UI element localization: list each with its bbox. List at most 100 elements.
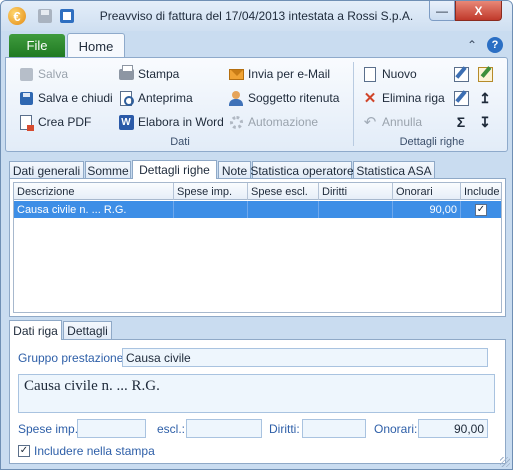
- edit-detail-button[interactable]: [477, 64, 497, 84]
- includere-stampa-label: Includere nella stampa: [34, 444, 155, 458]
- move-up-button[interactable]: ↥: [477, 88, 497, 108]
- crea-pdf-button[interactable]: Crea PDF: [18, 112, 91, 132]
- salva-button[interactable]: Salva: [18, 64, 68, 84]
- edit-row-button[interactable]: [453, 64, 473, 84]
- tab-somme[interactable]: Somme: [85, 161, 131, 179]
- col-spese-imp[interactable]: Spese imp.: [174, 183, 248, 200]
- edit-line-button[interactable]: [453, 88, 473, 108]
- user-icon: [228, 90, 244, 106]
- resize-grip[interactable]: [500, 457, 510, 467]
- stampa-label: Stampa: [138, 67, 180, 81]
- elabora-word-label: Elabora in Word: [138, 115, 224, 129]
- group-label-dettagli-righe: Dettagli righe: [399, 136, 465, 148]
- tab-home[interactable]: Home: [67, 33, 125, 58]
- includere-stampa-checkbox[interactable]: ✓ Includere nella stampa: [18, 444, 155, 458]
- preview-icon: [118, 90, 134, 106]
- save-close-icon: [18, 90, 34, 106]
- help-icon[interactable]: ?: [487, 37, 503, 53]
- tab-note[interactable]: Note: [218, 161, 251, 179]
- tab-dati-generali[interactable]: Dati generali: [9, 161, 84, 179]
- table-row[interactable]: Causa civile n. ... R.G. 90,00 ✓: [14, 201, 501, 218]
- col-descrizione[interactable]: Descrizione: [14, 183, 174, 200]
- soggetto-ritenuta-button[interactable]: Soggetto ritenuta: [228, 88, 339, 108]
- delete-icon: ✕: [363, 89, 377, 107]
- ribbon-separator: [353, 62, 354, 146]
- cell-spese-escl: [248, 201, 319, 218]
- pdf-icon: [18, 114, 34, 131]
- anteprima-label: Anteprima: [138, 91, 193, 105]
- soggetto-ritenuta-label: Soggetto ritenuta: [248, 91, 340, 105]
- move-up-icon: ↥: [479, 89, 491, 106]
- save-icon: [18, 66, 34, 82]
- elimina-riga-button[interactable]: ✕ Elimina riga: [362, 88, 445, 108]
- sum-button[interactable]: Σ: [453, 112, 473, 132]
- include-checkbox[interactable]: ✓: [475, 203, 487, 216]
- diritti-label: Diritti:: [269, 422, 300, 436]
- righe-grid[interactable]: Descrizione Spese imp. Spese escl. Dirit…: [13, 182, 502, 313]
- salva-chiudi-label: Salva e chiudi: [38, 91, 113, 105]
- minimize-icon: —: [436, 3, 448, 18]
- onorari-field[interactable]: 90,00: [418, 419, 488, 438]
- tab-dettagli[interactable]: Dettagli: [63, 321, 112, 340]
- nuovo-label: Nuovo: [382, 67, 417, 81]
- cell-diritti: [319, 201, 393, 218]
- tab-file[interactable]: File: [9, 34, 65, 57]
- includere-check-box[interactable]: ✓: [18, 445, 30, 457]
- close-button[interactable]: X: [455, 1, 502, 21]
- mail-icon: [228, 66, 244, 82]
- tab-dettagli-righe[interactable]: Dettagli righe: [132, 160, 217, 179]
- escl-label: escl.:: [157, 422, 186, 436]
- gear-icon: [228, 114, 244, 130]
- cell-onorari: 90,00: [393, 201, 461, 218]
- automazione-label: Automazione: [248, 115, 319, 129]
- edit-row-icon: [453, 66, 469, 82]
- edit-detail-icon: [477, 66, 493, 82]
- salva-label: Salva: [38, 67, 69, 81]
- minimize-button[interactable]: —: [429, 1, 455, 21]
- move-down-icon: ↧: [479, 113, 491, 130]
- salva-chiudi-button[interactable]: Salva e chiudi: [18, 88, 113, 108]
- app-window: € Preavviso di fattura del 17/04/2013 in…: [0, 0, 513, 470]
- new-document-icon: [362, 66, 378, 82]
- gruppo-prestazione-field[interactable]: Causa civile: [122, 348, 488, 367]
- grid-header: Descrizione Spese imp. Spese escl. Dirit…: [14, 183, 501, 200]
- dettagli-righe-panel: Descrizione Spese imp. Spese escl. Dirit…: [9, 178, 506, 317]
- spese-imp-label: Spese imp.:: [18, 422, 82, 436]
- col-include[interactable]: Include: [461, 183, 501, 200]
- descrizione-memo[interactable]: Causa civile n. ... R.G.: [18, 374, 495, 413]
- tab-statistica-operatore[interactable]: Statistica operatore: [250, 161, 354, 179]
- stampa-button[interactable]: Stampa: [118, 64, 179, 84]
- elabora-word-button[interactable]: W Elabora in Word: [118, 112, 224, 132]
- printer-icon: [118, 64, 134, 82]
- crea-pdf-label: Crea PDF: [38, 115, 92, 129]
- title-bar: € Preavviso di fattura del 17/04/2013 in…: [1, 1, 512, 31]
- word-icon: W: [118, 114, 134, 130]
- cell-spese-imp: [174, 201, 248, 218]
- cell-descrizione: Causa civile n. ... R.G.: [14, 201, 174, 218]
- anteprima-button[interactable]: Anteprima: [118, 88, 193, 108]
- invia-email-label: Invia per e-Mail: [248, 67, 331, 81]
- onorari-label: Onorari:: [374, 422, 418, 436]
- nuovo-button[interactable]: Nuovo: [362, 64, 417, 84]
- move-down-button[interactable]: ↧: [477, 112, 497, 132]
- edit-line-icon: [453, 90, 469, 106]
- elimina-riga-label: Elimina riga: [382, 91, 445, 105]
- collapse-ribbon-icon[interactable]: ⌃: [464, 37, 480, 53]
- automazione-button[interactable]: Automazione: [228, 112, 318, 132]
- undo-icon: ↶: [363, 113, 377, 131]
- annulla-label: Annulla: [382, 115, 423, 129]
- cell-include[interactable]: ✓: [461, 201, 501, 218]
- close-icon: X: [474, 3, 483, 18]
- col-onorari[interactable]: Onorari: [393, 183, 461, 200]
- diritti-field[interactable]: [302, 419, 366, 438]
- annulla-button[interactable]: ↶ Annulla: [362, 112, 422, 132]
- group-label-dati: Dati: [170, 136, 190, 148]
- spese-imp-field[interactable]: [77, 419, 146, 438]
- col-diritti[interactable]: Diritti: [319, 183, 393, 200]
- dati-riga-panel: Gruppo prestazione: Causa civile Causa c…: [9, 339, 506, 464]
- tab-statistica-asa[interactable]: Statistica ASA: [353, 161, 435, 179]
- tab-dati-riga[interactable]: Dati riga: [9, 320, 62, 340]
- invia-email-button[interactable]: Invia per e-Mail: [228, 64, 330, 84]
- escl-field[interactable]: [186, 419, 262, 438]
- col-spese-escl[interactable]: Spese escl.: [248, 183, 319, 200]
